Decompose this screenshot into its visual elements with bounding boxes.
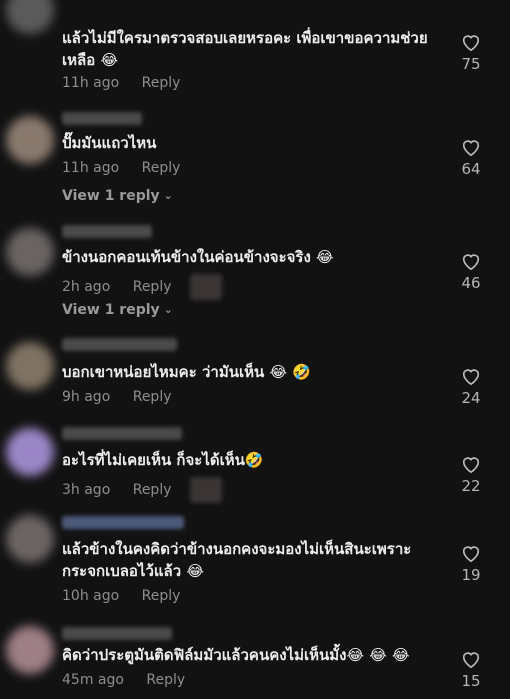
like-button[interactable]: 22 bbox=[456, 454, 486, 495]
like-button[interactable]: 24 bbox=[456, 366, 486, 407]
comment-time: 10h ago bbox=[62, 588, 120, 604]
comment-text: คิดว่าประตูมันติดฟิล์มมัวแล้วคนคงไม่เห็น… bbox=[62, 646, 410, 664]
comment-time: 2h ago bbox=[62, 279, 111, 295]
like-button[interactable]: 46 bbox=[456, 251, 486, 292]
reply-button[interactable]: Reply bbox=[142, 588, 181, 604]
avatar[interactable] bbox=[6, 116, 54, 164]
comment-text: แล้วข้างในคงคิดว่าข้างนอกคงจะมองไม่เห็นส… bbox=[62, 540, 412, 580]
comment-time: 3h ago bbox=[62, 482, 111, 498]
comment-time: 9h ago bbox=[62, 389, 111, 405]
reply-button[interactable]: Reply bbox=[133, 482, 172, 498]
username-blurred[interactable] bbox=[62, 112, 142, 125]
view-replies-label: View 1 reply bbox=[62, 302, 160, 318]
reply-button[interactable]: Reply bbox=[142, 75, 181, 91]
comment-meta: 3h ago Reply bbox=[62, 477, 222, 503]
reply-thumbnail bbox=[189, 274, 222, 300]
comment-text: อะไรที่ไม่เคยเห็น ก็จะได้เห็น🤣 bbox=[62, 451, 264, 469]
heart-icon bbox=[462, 254, 480, 271]
reply-button[interactable]: Reply bbox=[133, 389, 172, 405]
comment-meta: 11h ago Reply bbox=[62, 160, 180, 176]
comment-meta: 45m ago Reply bbox=[62, 672, 185, 688]
view-replies-button[interactable]: View 1 reply ⌄ bbox=[62, 302, 173, 318]
like-count: 24 bbox=[461, 389, 481, 407]
comment-text: บอกเขาหน่อยไหมคะ ว่ามันเห็น 😂 🤣 bbox=[62, 363, 311, 381]
chevron-down-icon: ⌄ bbox=[163, 189, 173, 202]
comment-meta: 9h ago Reply bbox=[62, 389, 172, 405]
like-count: 64 bbox=[461, 160, 481, 178]
comment-text: แล้วไม่มีใครมาตรวจสอบเลยหรอคะ เพื่อเขาขอ… bbox=[62, 29, 428, 69]
chevron-down-icon: ⌄ bbox=[163, 303, 173, 316]
like-count: 15 bbox=[461, 672, 481, 690]
username-blurred[interactable] bbox=[62, 338, 177, 351]
like-count: 75 bbox=[461, 55, 481, 73]
comment-time: 11h ago bbox=[62, 75, 120, 91]
like-button[interactable]: 75 bbox=[456, 32, 486, 73]
username-blurred[interactable] bbox=[62, 516, 184, 529]
heart-icon bbox=[462, 140, 480, 157]
reply-button[interactable]: Reply bbox=[142, 160, 181, 176]
comment-meta: 11h ago Reply bbox=[62, 75, 180, 91]
comment-text: ปั๊มมันแถวไหน bbox=[62, 134, 157, 152]
like-button[interactable]: 15 bbox=[456, 649, 486, 690]
comment-text: ข้างนอกคอนเท้นข้างในค่อนข้างจะจริง 😂 bbox=[62, 248, 334, 266]
heart-icon bbox=[462, 369, 480, 386]
comment-time: 11h ago bbox=[62, 160, 120, 176]
heart-icon bbox=[462, 35, 480, 52]
like-button[interactable]: 64 bbox=[456, 137, 486, 178]
username-blurred[interactable] bbox=[62, 427, 182, 440]
view-replies-label: View 1 reply bbox=[62, 188, 160, 204]
username-blurred[interactable] bbox=[62, 225, 152, 238]
heart-icon bbox=[462, 546, 480, 563]
reply-thumbnail bbox=[189, 477, 222, 503]
like-button[interactable]: 19 bbox=[456, 543, 486, 584]
view-replies-button[interactable]: View 1 reply ⌄ bbox=[62, 188, 173, 204]
comment-meta: 2h ago Reply bbox=[62, 274, 222, 300]
avatar[interactable] bbox=[6, 0, 54, 34]
heart-icon bbox=[462, 457, 480, 474]
username-blurred[interactable] bbox=[62, 627, 172, 640]
like-count: 22 bbox=[461, 477, 481, 495]
like-count: 46 bbox=[461, 274, 481, 292]
reply-button[interactable]: Reply bbox=[133, 279, 172, 295]
avatar[interactable] bbox=[6, 626, 54, 674]
avatar[interactable] bbox=[6, 428, 54, 476]
heart-icon bbox=[462, 652, 480, 669]
reply-button[interactable]: Reply bbox=[146, 672, 185, 688]
comment-time: 45m ago bbox=[62, 672, 124, 688]
comment-meta: 10h ago Reply bbox=[62, 588, 180, 604]
avatar[interactable] bbox=[6, 342, 54, 390]
avatar[interactable] bbox=[6, 228, 54, 276]
avatar[interactable] bbox=[6, 515, 54, 563]
like-count: 19 bbox=[461, 566, 481, 584]
